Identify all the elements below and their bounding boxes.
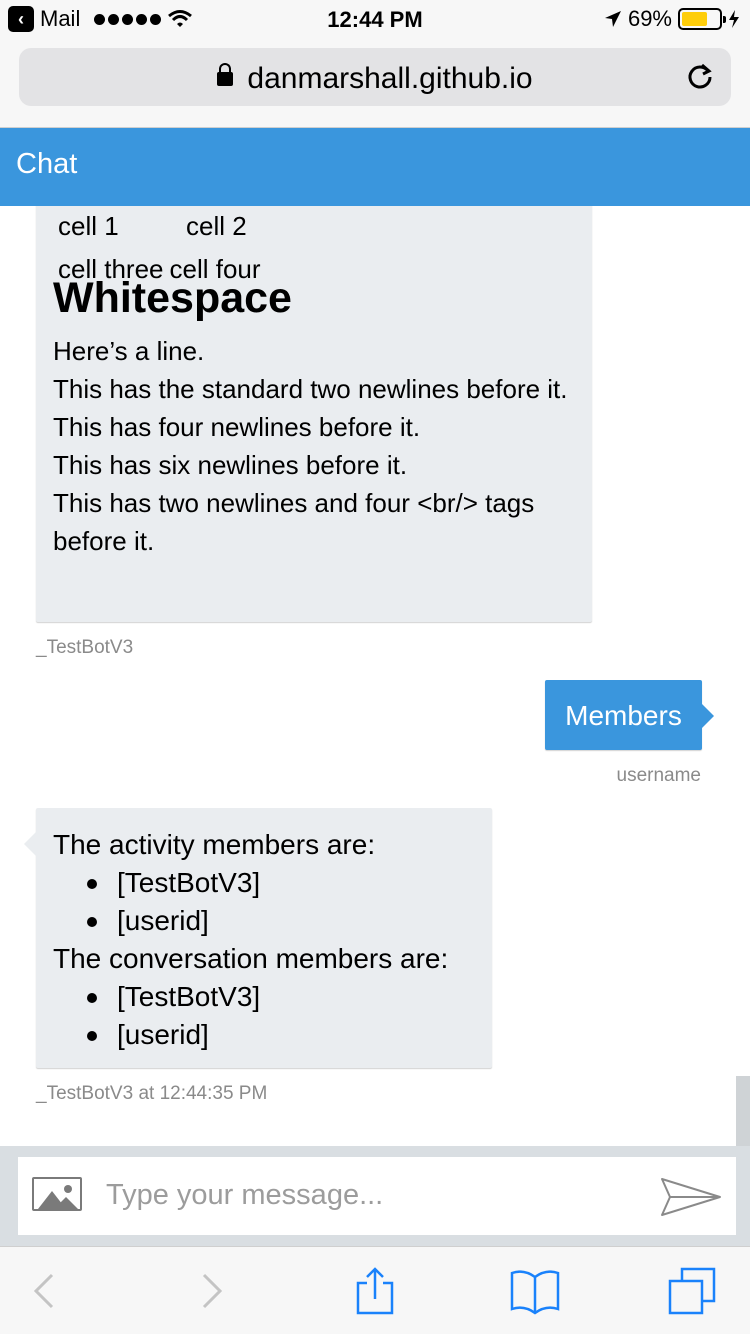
composer: Type your message...: [0, 1146, 750, 1246]
safari-toolbar: [0, 1246, 750, 1334]
table-row: cell 1 cell 2: [58, 211, 261, 242]
message-line: Here’s a line.: [53, 336, 205, 366]
url-text: danmarshall.github.io: [247, 62, 533, 95]
bot-message-bubble: cell 1 cell 2 cell three cell four White…: [36, 206, 592, 622]
message-sender: username: [616, 765, 702, 786]
location-arrow-icon: [604, 11, 621, 27]
message-line: This has the standard two newlines befor…: [53, 374, 568, 404]
share-icon[interactable]: [350, 1267, 400, 1315]
user-message-text: Members: [565, 700, 682, 731]
table-cell: cell 2: [186, 211, 247, 241]
browser-chrome: danmarshall.github.io: [0, 40, 750, 128]
chat-header: Chat: [0, 128, 750, 206]
image-icon[interactable]: [32, 1177, 82, 1211]
message-line: This has four newlines before it.: [53, 412, 421, 442]
message-line: This has two newlines and four <br/> tag…: [53, 488, 535, 556]
message-line: This has six newlines before it.: [53, 450, 408, 480]
user-message-bubble: Members: [545, 680, 714, 750]
reload-icon[interactable]: [685, 60, 715, 90]
list-item: [TestBotV3]: [83, 864, 483, 902]
tabs-icon[interactable]: [668, 1267, 718, 1315]
conversation-members-heading: The conversation members are:: [53, 943, 449, 974]
message-input[interactable]: Type your message...: [106, 1179, 383, 1212]
message-input-bar: Type your message...: [18, 1157, 736, 1235]
address-bar[interactable]: danmarshall.github.io: [19, 48, 731, 106]
chat-title: Chat: [16, 148, 78, 180]
conversation-members-list: [TestBotV3] [userid]: [53, 978, 483, 1054]
send-icon[interactable]: [660, 1177, 722, 1217]
list-item: [TestBotV3]: [83, 978, 483, 1016]
forward-icon[interactable]: [186, 1267, 236, 1315]
battery-icon: [678, 8, 726, 30]
back-icon[interactable]: [20, 1267, 70, 1315]
bot-message-bubble: The activity members are: [TestBotV3] [u…: [24, 808, 492, 1068]
list-item: [userid]: [83, 1016, 483, 1054]
message-heading: Whitespace: [53, 274, 292, 322]
activity-members-heading: The activity members are:: [53, 829, 376, 860]
scrollbar[interactable]: [736, 1076, 750, 1146]
message-body: Here’s a line. This has the standard two…: [53, 332, 573, 560]
message-timestamp: _TestBotV3 at 12:44:35 PM: [36, 1083, 268, 1104]
address-text-wrap: danmarshall.github.io: [19, 62, 731, 96]
status-bar: ‹ Mail 12:44 PM 69%: [0, 0, 750, 40]
bookmarks-icon[interactable]: [510, 1267, 560, 1315]
table-cell: cell 1: [58, 211, 119, 241]
charging-bolt-icon: [729, 10, 739, 28]
message-body: The activity members are: [TestBotV3] [u…: [53, 826, 483, 1054]
lock-icon: [217, 63, 234, 86]
message-list[interactable]: cell 1 cell 2 cell three cell four White…: [0, 206, 750, 1146]
list-item: [userid]: [83, 902, 483, 940]
battery-percent: 69%: [627, 6, 672, 31]
message-sender: _TestBotV3: [36, 637, 134, 658]
activity-members-list: [TestBotV3] [userid]: [53, 864, 483, 940]
status-right: 69%: [604, 6, 740, 32]
